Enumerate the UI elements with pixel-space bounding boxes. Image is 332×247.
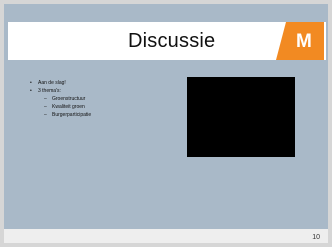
bullet-dot-icon: • [30,88,32,94]
sub-bullet-item: – Groenstructuur [44,96,165,103]
dash-icon: – [44,112,47,118]
brand-logo: M [276,22,324,60]
bottom-bar [4,229,328,243]
sub-bullet-item: – Kwaliteit groen [44,104,165,111]
logo-text: M [296,31,312,52]
bullet-text: Aan de slag! [38,80,66,86]
bullet-dot-icon: • [30,80,32,86]
page-number: 10 [312,234,320,241]
dash-icon: – [44,104,47,110]
bullet-text: 3 thema's: [38,88,61,94]
bullet-item: • 3 thema's: [30,88,165,95]
dash-icon: – [44,96,47,102]
sub-bullet-item: – Burgerparticipatie [44,112,165,119]
sub-bullet-text: Kwaliteit groen [52,104,85,110]
bullet-item: • Aan de slag! [30,80,165,87]
media-placeholder [187,77,295,157]
sub-bullet-text: Burgerparticipatie [52,112,92,118]
bullet-list: • Aan de slag! • 3 thema's: – Groenstructuu… [30,80,165,120]
sub-bullet-list: – Groenstructuur – Kwaliteit groen – Burger… [44,96,165,119]
sub-bullet-text: Groenstructuur [52,96,86,102]
slide-title: Discussie [128,30,216,52]
